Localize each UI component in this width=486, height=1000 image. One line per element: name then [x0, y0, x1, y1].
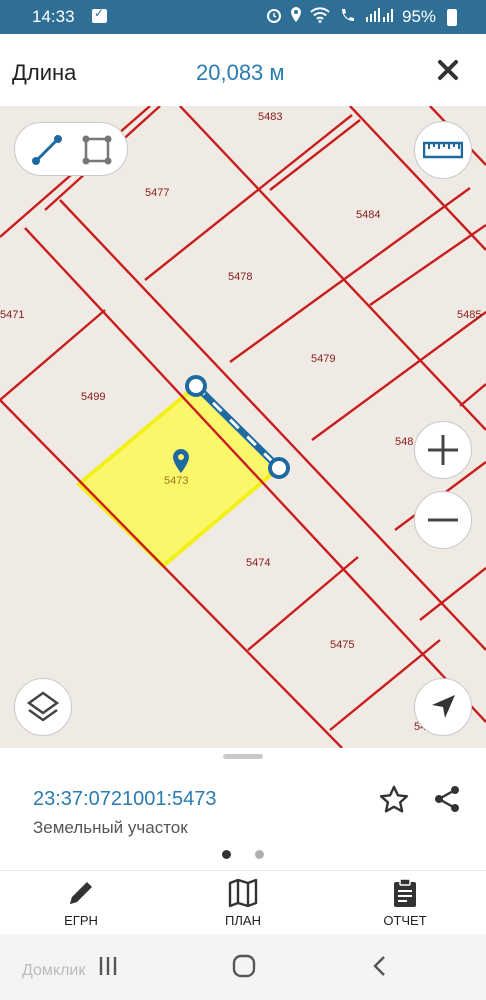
pencil-icon — [70, 882, 92, 904]
measure-point-start[interactable] — [185, 375, 207, 397]
minus-icon — [428, 518, 458, 522]
line-measure-icon[interactable] — [27, 130, 67, 170]
battery-icon — [447, 9, 457, 26]
back-icon[interactable] — [370, 954, 390, 978]
location-icon — [291, 7, 302, 23]
nav-egrn[interactable]: ЕГРН — [21, 871, 141, 935]
status-time: 14:33 — [32, 7, 75, 26]
ruler-icon — [423, 141, 463, 159]
layers-button[interactable] — [14, 678, 72, 736]
zoom-out-button[interactable] — [414, 491, 472, 549]
map-icon — [228, 878, 258, 908]
nav-label: ПЛАН — [225, 913, 261, 928]
measure-point-end[interactable] — [268, 457, 290, 479]
close-icon[interactable] — [432, 54, 464, 86]
parcel-label: 5483 — [258, 111, 282, 123]
cadastral-map[interactable]: 5483 5477 5484 5478 5471 5485 5479 5499 … — [0, 106, 486, 748]
share-icon[interactable] — [432, 784, 462, 814]
parcel-label: 5484 — [356, 209, 380, 221]
parcel-label: 548 — [395, 436, 413, 448]
parcel-label: 5471 — [0, 309, 24, 321]
signal-icon — [365, 8, 393, 23]
measure-title: Длина — [12, 60, 77, 85]
cadastral-number[interactable]: 23:37:0721001:5473 — [33, 788, 217, 811]
wifi-icon — [310, 7, 331, 24]
layers-icon — [26, 691, 60, 722]
parcel-label: 5477 — [145, 187, 169, 199]
message-icon — [92, 6, 107, 23]
parcel-label: 5479 — [311, 353, 335, 365]
nav-plan[interactable]: ПЛАН — [183, 871, 303, 935]
sheet-drag-handle[interactable] — [223, 754, 263, 759]
system-navigation: Домклик — [0, 934, 486, 1000]
map-view[interactable]: 5483 5477 5484 5478 5471 5485 5479 5499 … — [0, 106, 486, 748]
bottom-navigation: ЕГРН ПЛАН ОТЧЕТ — [0, 870, 486, 934]
clipboard-icon — [394, 878, 416, 907]
locate-button[interactable] — [414, 678, 472, 736]
parcel-label: 5474 — [246, 557, 270, 569]
recent-apps-icon[interactable] — [96, 954, 120, 978]
nav-label: ОТЧЕТ — [383, 913, 427, 928]
nav-label: ЕГРН — [64, 913, 98, 928]
length-value: 20,083 м — [196, 60, 285, 85]
page-dot[interactable] — [255, 850, 264, 859]
status-icons — [266, 6, 395, 24]
battery-level: 95% — [402, 7, 437, 26]
parcel-boundaries — [0, 106, 486, 748]
measure-mode-switch[interactable] — [14, 122, 128, 176]
area-measure-icon[interactable] — [77, 130, 117, 170]
page-dot-active — [222, 850, 231, 859]
star-icon[interactable] — [378, 784, 410, 816]
call-icon — [341, 9, 354, 22]
parcel-label: 5473 — [164, 475, 188, 487]
home-icon[interactable] — [231, 953, 257, 979]
zoom-in-button[interactable] — [414, 421, 472, 479]
measure-header: Длина 20,083 м — [0, 34, 486, 106]
status-bar: 14:33 95% — [0, 0, 486, 34]
parcel-label: 5478 — [228, 271, 252, 283]
nav-report[interactable]: ОТЧЕТ — [345, 871, 465, 935]
ruler-button[interactable] — [414, 121, 472, 179]
navigation-arrow-icon — [432, 695, 455, 718]
watermark: Домклик — [22, 962, 86, 979]
plus-icon — [428, 435, 458, 465]
parcel-info-sheet[interactable]: 23:37:0721001:5473 Земельный участок — [0, 748, 486, 870]
parcel-label: 5475 — [330, 639, 354, 651]
parcel-label: 5485 — [457, 309, 481, 321]
object-type: Земельный участок — [33, 818, 188, 837]
alarm-icon — [267, 9, 281, 24]
parcel-label: 5499 — [81, 391, 105, 403]
